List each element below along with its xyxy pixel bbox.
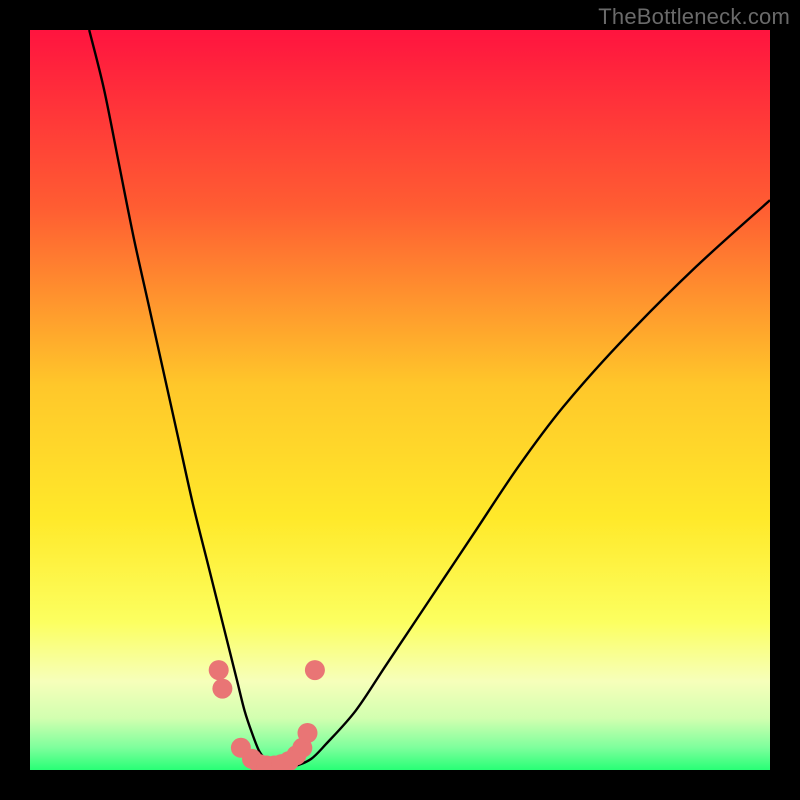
data-marker	[209, 660, 229, 680]
gradient-background	[30, 30, 770, 770]
plot-area	[30, 30, 770, 770]
data-marker	[298, 723, 318, 743]
data-marker	[305, 660, 325, 680]
outer-frame: TheBottleneck.com	[0, 0, 800, 800]
plot-svg	[30, 30, 770, 770]
data-marker	[212, 679, 232, 699]
watermark-text: TheBottleneck.com	[598, 4, 790, 30]
